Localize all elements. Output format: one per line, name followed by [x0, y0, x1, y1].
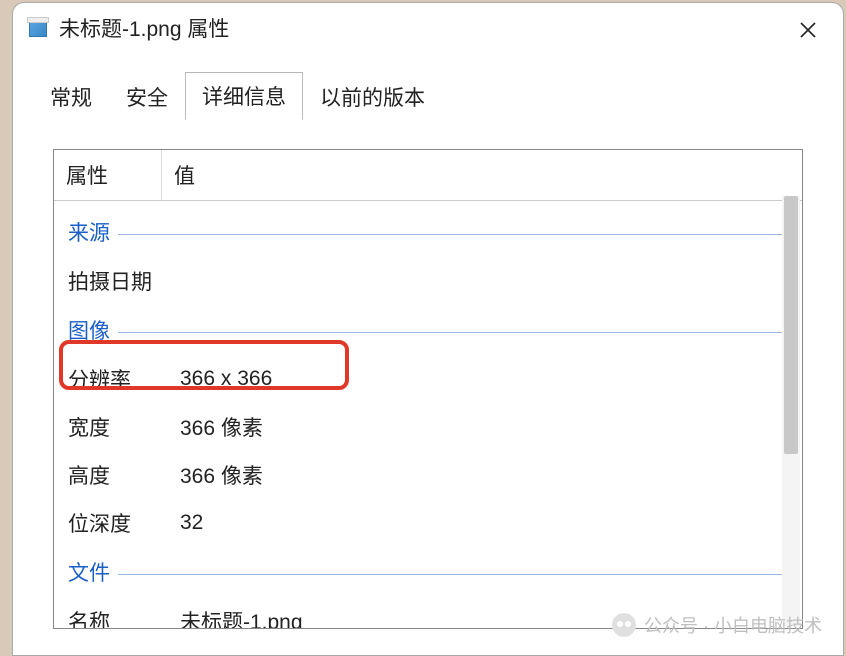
column-header-property[interactable]: 属性 [54, 150, 162, 200]
property-row[interactable]: 分辨率 366 x 366 [54, 355, 802, 403]
property-value: 366 像素 [180, 412, 788, 442]
property-name: 名称 [68, 606, 180, 629]
property-name: 宽度 [68, 412, 180, 442]
property-row[interactable]: 位深度 32 [54, 499, 802, 547]
titlebar: 未标题-1.png 属性 [13, 3, 843, 53]
property-value: 32 [180, 511, 788, 535]
tab-details[interactable]: 详细信息 [185, 72, 303, 120]
details-header: 属性 值 [54, 150, 802, 201]
column-header-value[interactable]: 值 [162, 150, 802, 200]
section-divider [118, 574, 788, 575]
content-area: 属性 值 来源 拍摄日期 图像 分辨率 366 x 3 [33, 119, 823, 629]
property-row[interactable]: 宽度 366 像素 [54, 403, 802, 451]
window-title: 未标题-1.png 属性 [59, 13, 229, 43]
tab-bar: 常规 安全 详细信息 以前的版本 [13, 77, 843, 119]
property-value: 366 x 366 [180, 367, 788, 391]
close-button[interactable] [791, 13, 825, 47]
tab-general[interactable]: 常规 [33, 73, 109, 120]
scrollbar[interactable] [782, 196, 800, 626]
properties-dialog: 未标题-1.png 属性 常规 安全 详细信息 以前的版本 属性 值 来源 [12, 2, 844, 656]
property-row[interactable]: 拍摄日期 [54, 257, 802, 305]
section-label: 来源 [68, 217, 110, 247]
close-icon [798, 20, 818, 40]
scrollbar-thumb[interactable] [784, 196, 798, 454]
property-name: 拍摄日期 [68, 266, 180, 296]
property-name: 位深度 [68, 508, 180, 538]
property-name: 高度 [68, 460, 180, 490]
section-label: 图像 [68, 315, 110, 345]
section-divider [118, 234, 788, 235]
section-divider [118, 332, 788, 333]
property-value: 366 像素 [180, 460, 788, 490]
section-source: 来源 [54, 207, 802, 257]
property-name: 分辨率 [68, 364, 180, 394]
tab-previous-versions[interactable]: 以前的版本 [303, 73, 442, 120]
file-icon [29, 19, 47, 37]
section-file: 文件 [54, 547, 802, 597]
section-image: 图像 [54, 305, 802, 355]
property-row[interactable]: 高度 366 像素 [54, 451, 802, 499]
watermark-text: 公众号 · 小白电脑技术 [644, 612, 822, 638]
watermark: 公众号 · 小白电脑技术 [612, 612, 822, 638]
tab-security[interactable]: 安全 [109, 73, 185, 120]
details-list: 来源 拍摄日期 图像 分辨率 366 x 366 宽度 366 [54, 201, 802, 629]
section-label: 文件 [68, 557, 110, 587]
details-panel: 属性 值 来源 拍摄日期 图像 分辨率 366 x 3 [53, 149, 803, 629]
wechat-icon [612, 613, 636, 637]
